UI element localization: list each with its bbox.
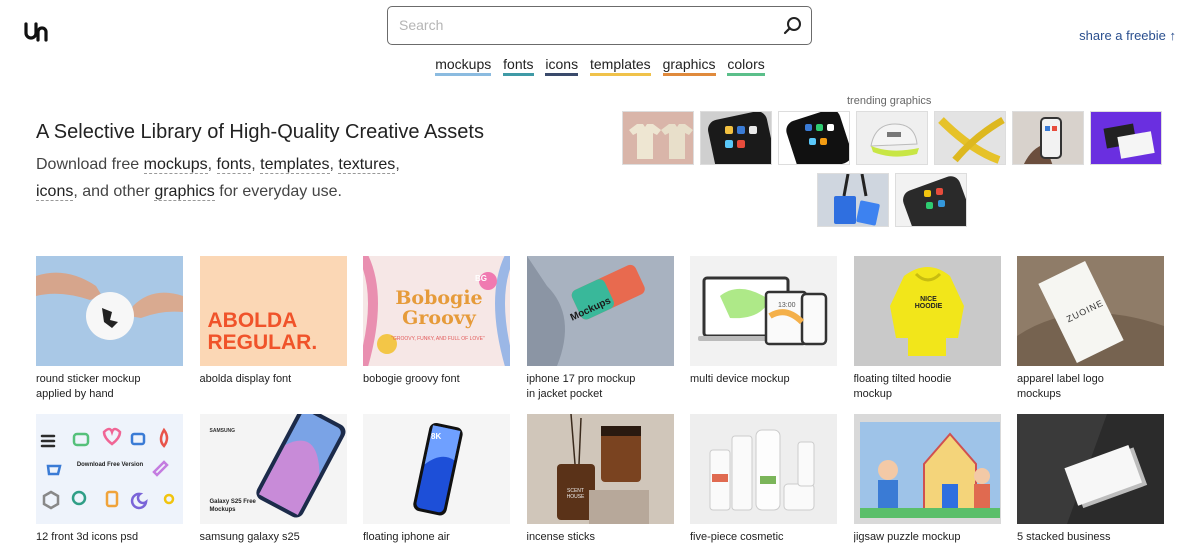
card-caption: floating iphone air (363, 531, 450, 543)
card-caption: bobogie groovy font (363, 373, 460, 385)
card-abolda-font[interactable]: ABOLDA REGULAR. abolda display font (199, 256, 347, 402)
samsung-brand-text: SAMSUNG (209, 428, 236, 434)
unblast-logo[interactable] (24, 20, 48, 42)
card-caption: five-piece cosmetic (690, 531, 784, 543)
card-multi-device[interactable]: 13:00 multi device mockup (690, 256, 837, 402)
card-caption: iphone 17 pro mockup in jacket pocket (526, 373, 636, 400)
icons-card-title: Download Free Version (76, 462, 144, 468)
trend-badge-thumb[interactable] (817, 173, 889, 227)
card-round-sticker[interactable]: round sticker mockup applied by hand (36, 256, 183, 402)
card-caption: 5 stacked business (1017, 531, 1111, 543)
sub-suffix: for everyday use. (214, 183, 342, 200)
card-stacked-business[interactable]: 5 stacked business (1017, 414, 1164, 544)
sub-prefix: Download free (36, 156, 144, 173)
card-thumbnail: NICE HOODIE (853, 256, 1001, 366)
card-thumbnail (1017, 414, 1164, 524)
nav-graphics[interactable]: graphics (662, 56, 716, 76)
card-thumbnail: 13:00 (690, 256, 837, 366)
card-caption: jigsaw puzzle mockup (853, 531, 961, 543)
samsung-title-text: Galaxy S25 Free Mockups (209, 499, 256, 513)
card-thumbnail: ABOLDA REGULAR. (199, 256, 347, 366)
trend-tshirt-thumb[interactable] (622, 111, 694, 165)
share-freebie-link[interactable]: share a freebie ↑ (1079, 28, 1176, 43)
card-iphone-jacket[interactable]: Mockups iphone 17 pro mockup in jacket po… (526, 256, 674, 402)
trend-lanyard-thumb[interactable] (934, 111, 1006, 165)
card-floating-iphone-air[interactable]: 8K floating iphone air (363, 414, 510, 544)
bobogie-preview-text: Bobogie Groovy (395, 287, 483, 329)
nav-colors[interactable]: colors (727, 56, 765, 76)
bobogie-tagline: “GROOVY, FUNKY, AND FULL OF LOVE” (391, 336, 485, 342)
trend-phone-dark-thumb[interactable] (778, 111, 850, 165)
hero-subtitle: Download free mockups, fonts, templates,… (36, 151, 556, 205)
incense-label-text: SCENT HOUSE (566, 488, 585, 500)
card-tilted-hoodie[interactable]: NICE HOODIE floating tilted hoodie mockup (853, 256, 1001, 402)
trend-phone-angle-thumb[interactable] (895, 173, 967, 227)
trend-hand-phone-thumb[interactable] (1012, 111, 1084, 165)
card-apparel-label[interactable]: ZUOINE apparel label logo mockups (1017, 256, 1164, 402)
sub-separator: , (251, 156, 261, 173)
card-caption: incense sticks (526, 531, 595, 543)
page-headline: A Selective Library of High-Quality Crea… (36, 121, 484, 143)
search-box (387, 6, 812, 45)
card-thumbnail: SCENT HOUSE (526, 414, 674, 524)
bobogie-badge: BG (475, 274, 487, 283)
nav-mockups[interactable]: mockups (435, 56, 492, 76)
card-thumbnail: Bobogie Groovy “GROOVY, FUNKY, AND FULL … (363, 256, 510, 366)
card-jigsaw-puzzle[interactable]: jigsaw puzzle mockup (853, 414, 1001, 544)
link-templates[interactable]: templates (260, 156, 330, 174)
sub-separator: , (207, 156, 217, 173)
card-thumbnail (690, 414, 837, 524)
card-thumbnail: Mockups (526, 256, 674, 366)
link-textures[interactable]: textures (338, 156, 396, 174)
nav-icons[interactable]: icons (545, 56, 579, 76)
card-3d-icons[interactable]: Download Free Version 12 front 3d icons … (36, 414, 183, 544)
card-samsung-s25[interactable]: SAMSUNG Galaxy S25 Free Mockups samsung … (199, 414, 347, 544)
card-caption: round sticker mockup applied by hand (36, 373, 141, 400)
card-thumbnail: ZUOINE (1017, 256, 1164, 366)
trending-thumbnails (617, 111, 1167, 227)
trend-cap-thumb[interactable] (856, 111, 928, 165)
card-caption: apparel label logo mockups (1017, 373, 1104, 400)
card-caption: abolda display font (199, 373, 292, 385)
trend-card-thumb[interactable] (1090, 111, 1162, 165)
link-mockups[interactable]: mockups (143, 156, 208, 174)
nav-templates[interactable]: templates (589, 56, 651, 76)
device-time-text: 13:00 (778, 302, 796, 309)
search-icon[interactable] (782, 15, 804, 37)
link-icons[interactable]: icons (36, 183, 74, 201)
card-incense-sticks[interactable]: SCENT HOUSE incense sticks (526, 414, 674, 544)
card-thumbnail (36, 256, 183, 366)
abolda-preview-text: ABOLDA REGULAR. (207, 309, 318, 354)
nav-fonts[interactable]: fonts (503, 56, 534, 76)
iphone-8k-text: 8K (431, 432, 442, 441)
card-caption: samsung galaxy s25 (199, 531, 300, 543)
card-thumbnail: 8K (363, 414, 510, 524)
trend-phone-thumb[interactable] (700, 111, 772, 165)
sub-separator: , (395, 156, 400, 173)
card-thumbnail: Download Free Version (36, 414, 183, 524)
hoodie-print-text: NICE HOODIE (914, 296, 943, 310)
link-graphics[interactable]: graphics (154, 183, 215, 201)
trending-label: trending graphics (847, 95, 932, 107)
card-caption: floating tilted hoodie mockup (853, 373, 952, 400)
sub-middle: , and other (73, 183, 155, 200)
card-thumbnail (853, 414, 1001, 524)
search-input[interactable] (399, 7, 769, 43)
card-caption: multi device mockup (690, 373, 790, 385)
freebie-grid: round sticker mockup applied by hand ABOL… (36, 256, 1164, 544)
card-five-piece-cosmetic[interactable]: five-piece cosmetic (690, 414, 837, 544)
card-thumbnail: SAMSUNG Galaxy S25 Free Mockups (199, 414, 347, 524)
category-nav: mockups fonts icons templates graphics c… (0, 56, 1200, 76)
card-bobogie-font[interactable]: Bobogie Groovy “GROOVY, FUNKY, AND FULL … (363, 256, 510, 402)
card-caption: 12 front 3d icons psd (36, 531, 139, 543)
link-fonts[interactable]: fonts (216, 156, 252, 174)
